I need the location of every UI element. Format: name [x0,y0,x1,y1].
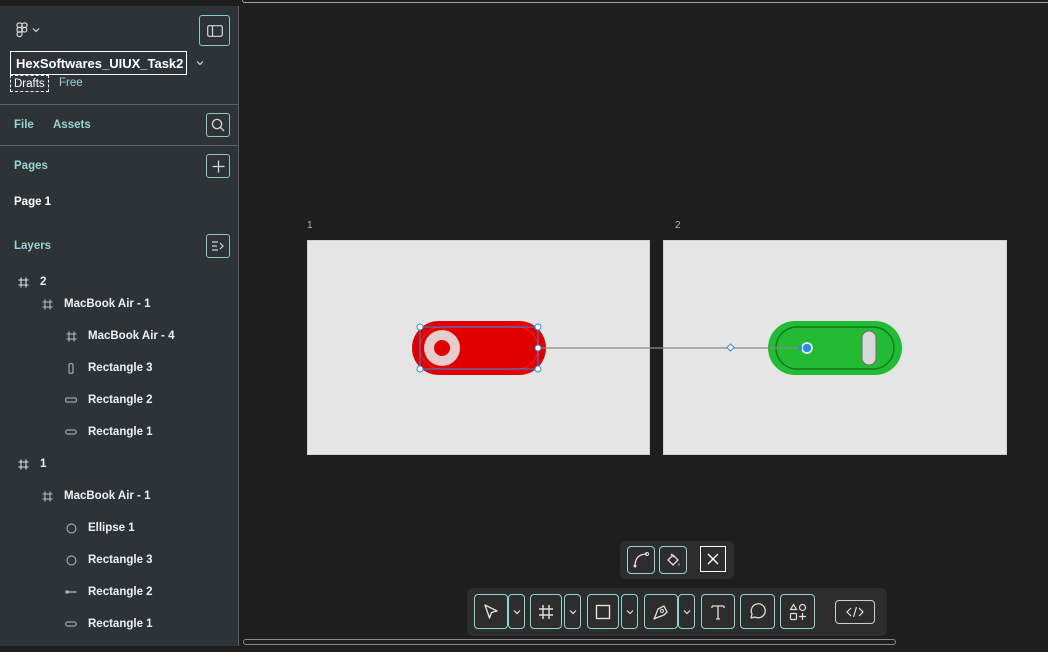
close-icon[interactable] [700,546,726,572]
page-item[interactable]: Page 1 [14,196,51,208]
layer-name: Ellipse 1 [88,522,135,534]
chevron-down-icon [32,28,40,33]
layer-row[interactable]: Rectangle 1 [64,424,153,440]
horizontal-scrollbar[interactable] [243,639,896,645]
sidebar-panel-icon [206,24,223,37]
layer-name: Rectangle 1 [88,426,153,438]
layer-row[interactable]: Rectangle 3 [64,360,153,376]
canvas[interactable]: 1 2 [239,6,1048,646]
divider [0,104,238,105]
layer-row[interactable]: 1 [16,456,46,472]
layer-name: MacBook Air - 1 [64,298,151,310]
file-name-input[interactable]: HexSoftwares_UIUX_Task2 [10,51,187,75]
file-menu-chevron-icon[interactable] [196,60,204,66]
layer-row[interactable]: Ellipse 1 [64,520,135,536]
rectangle-horizontal-icon [64,425,78,439]
rectangle-tool-icon[interactable] [587,594,619,629]
tab-bar-edge [242,0,1048,3]
bend-tool-icon[interactable] [627,546,655,574]
main-menu-button[interactable] [16,22,40,38]
layer-row[interactable]: MacBook Air - 4 [64,328,174,344]
chevron-down-icon[interactable] [508,594,525,629]
layers-title: Layers [14,240,52,252]
tab-file[interactable]: File [14,119,34,131]
figma-logo-icon [16,22,28,38]
frame-icon [64,329,78,343]
layer-row[interactable]: MacBook Air - 1 [40,488,150,504]
chevron-down-icon[interactable] [564,594,581,629]
rectangle-horizontal-icon [64,393,78,407]
plus-icon [212,160,224,172]
collapse-layers-button[interactable] [206,234,230,258]
main-toolbar [467,588,887,636]
chevron-down-icon[interactable] [621,594,638,629]
plan-badge: Free [59,77,83,89]
frame-icon [40,489,54,503]
layer-name: MacBook Air - 4 [88,330,175,342]
layer-name: MacBook Air - 1 [64,490,151,502]
pen-tool-icon[interactable] [644,594,678,629]
layer-row[interactable]: MacBook Air - 1 [40,296,150,312]
collapse-layers-icon [212,241,224,251]
bottom-bar [0,646,1048,652]
context-toolbar [620,541,734,579]
tab-assets[interactable]: Assets [53,119,91,131]
layer-name: 2 [40,276,47,288]
layer-name: Rectangle 2 [88,586,153,598]
move-tool-icon[interactable] [474,594,508,629]
add-page-button[interactable] [206,154,230,178]
frame-icon [16,457,30,471]
layer-row[interactable]: Rectangle 3 [64,552,153,568]
chevron-down-icon[interactable] [678,594,695,629]
frame-icon [16,275,30,289]
layer-row[interactable]: Rectangle 2 [64,584,153,600]
search-button[interactable] [206,113,230,137]
frame-tool-icon[interactable] [530,594,562,629]
pages-title: Pages [14,160,48,172]
actions-icon[interactable] [780,594,815,629]
drafts-link[interactable]: Drafts [10,75,49,92]
comment-tool-icon[interactable] [740,594,775,629]
ellipse-icon [64,521,78,535]
rectangle-horizontal-icon [64,617,78,631]
toggle-sidebar-button[interactable] [199,15,230,46]
layer-name: Rectangle 3 [88,362,153,374]
toggle-off[interactable] [412,321,546,375]
layer-row[interactable]: Rectangle 2 [64,392,153,408]
layer-row[interactable]: 2 [16,274,46,290]
paint-bucket-icon[interactable] [659,546,687,574]
frame-icon [40,297,54,311]
left-sidebar: HexSoftwares_UIUX_Task2 Drafts Free File… [0,6,239,646]
text-tool-icon[interactable] [701,594,735,629]
search-icon [211,118,225,132]
dev-mode-icon[interactable] [835,600,875,624]
layer-name: Rectangle 1 [88,618,153,630]
layer-row[interactable]: Rectangle 1 [64,616,153,632]
layer-name: 1 [40,458,47,470]
layer-name: Rectangle 3 [88,554,153,566]
divider [0,145,238,146]
rectangle-vertical-icon [64,361,78,375]
ellipse-icon [64,553,78,567]
layer-name: Rectangle 2 [88,394,153,406]
line-icon [64,585,78,599]
